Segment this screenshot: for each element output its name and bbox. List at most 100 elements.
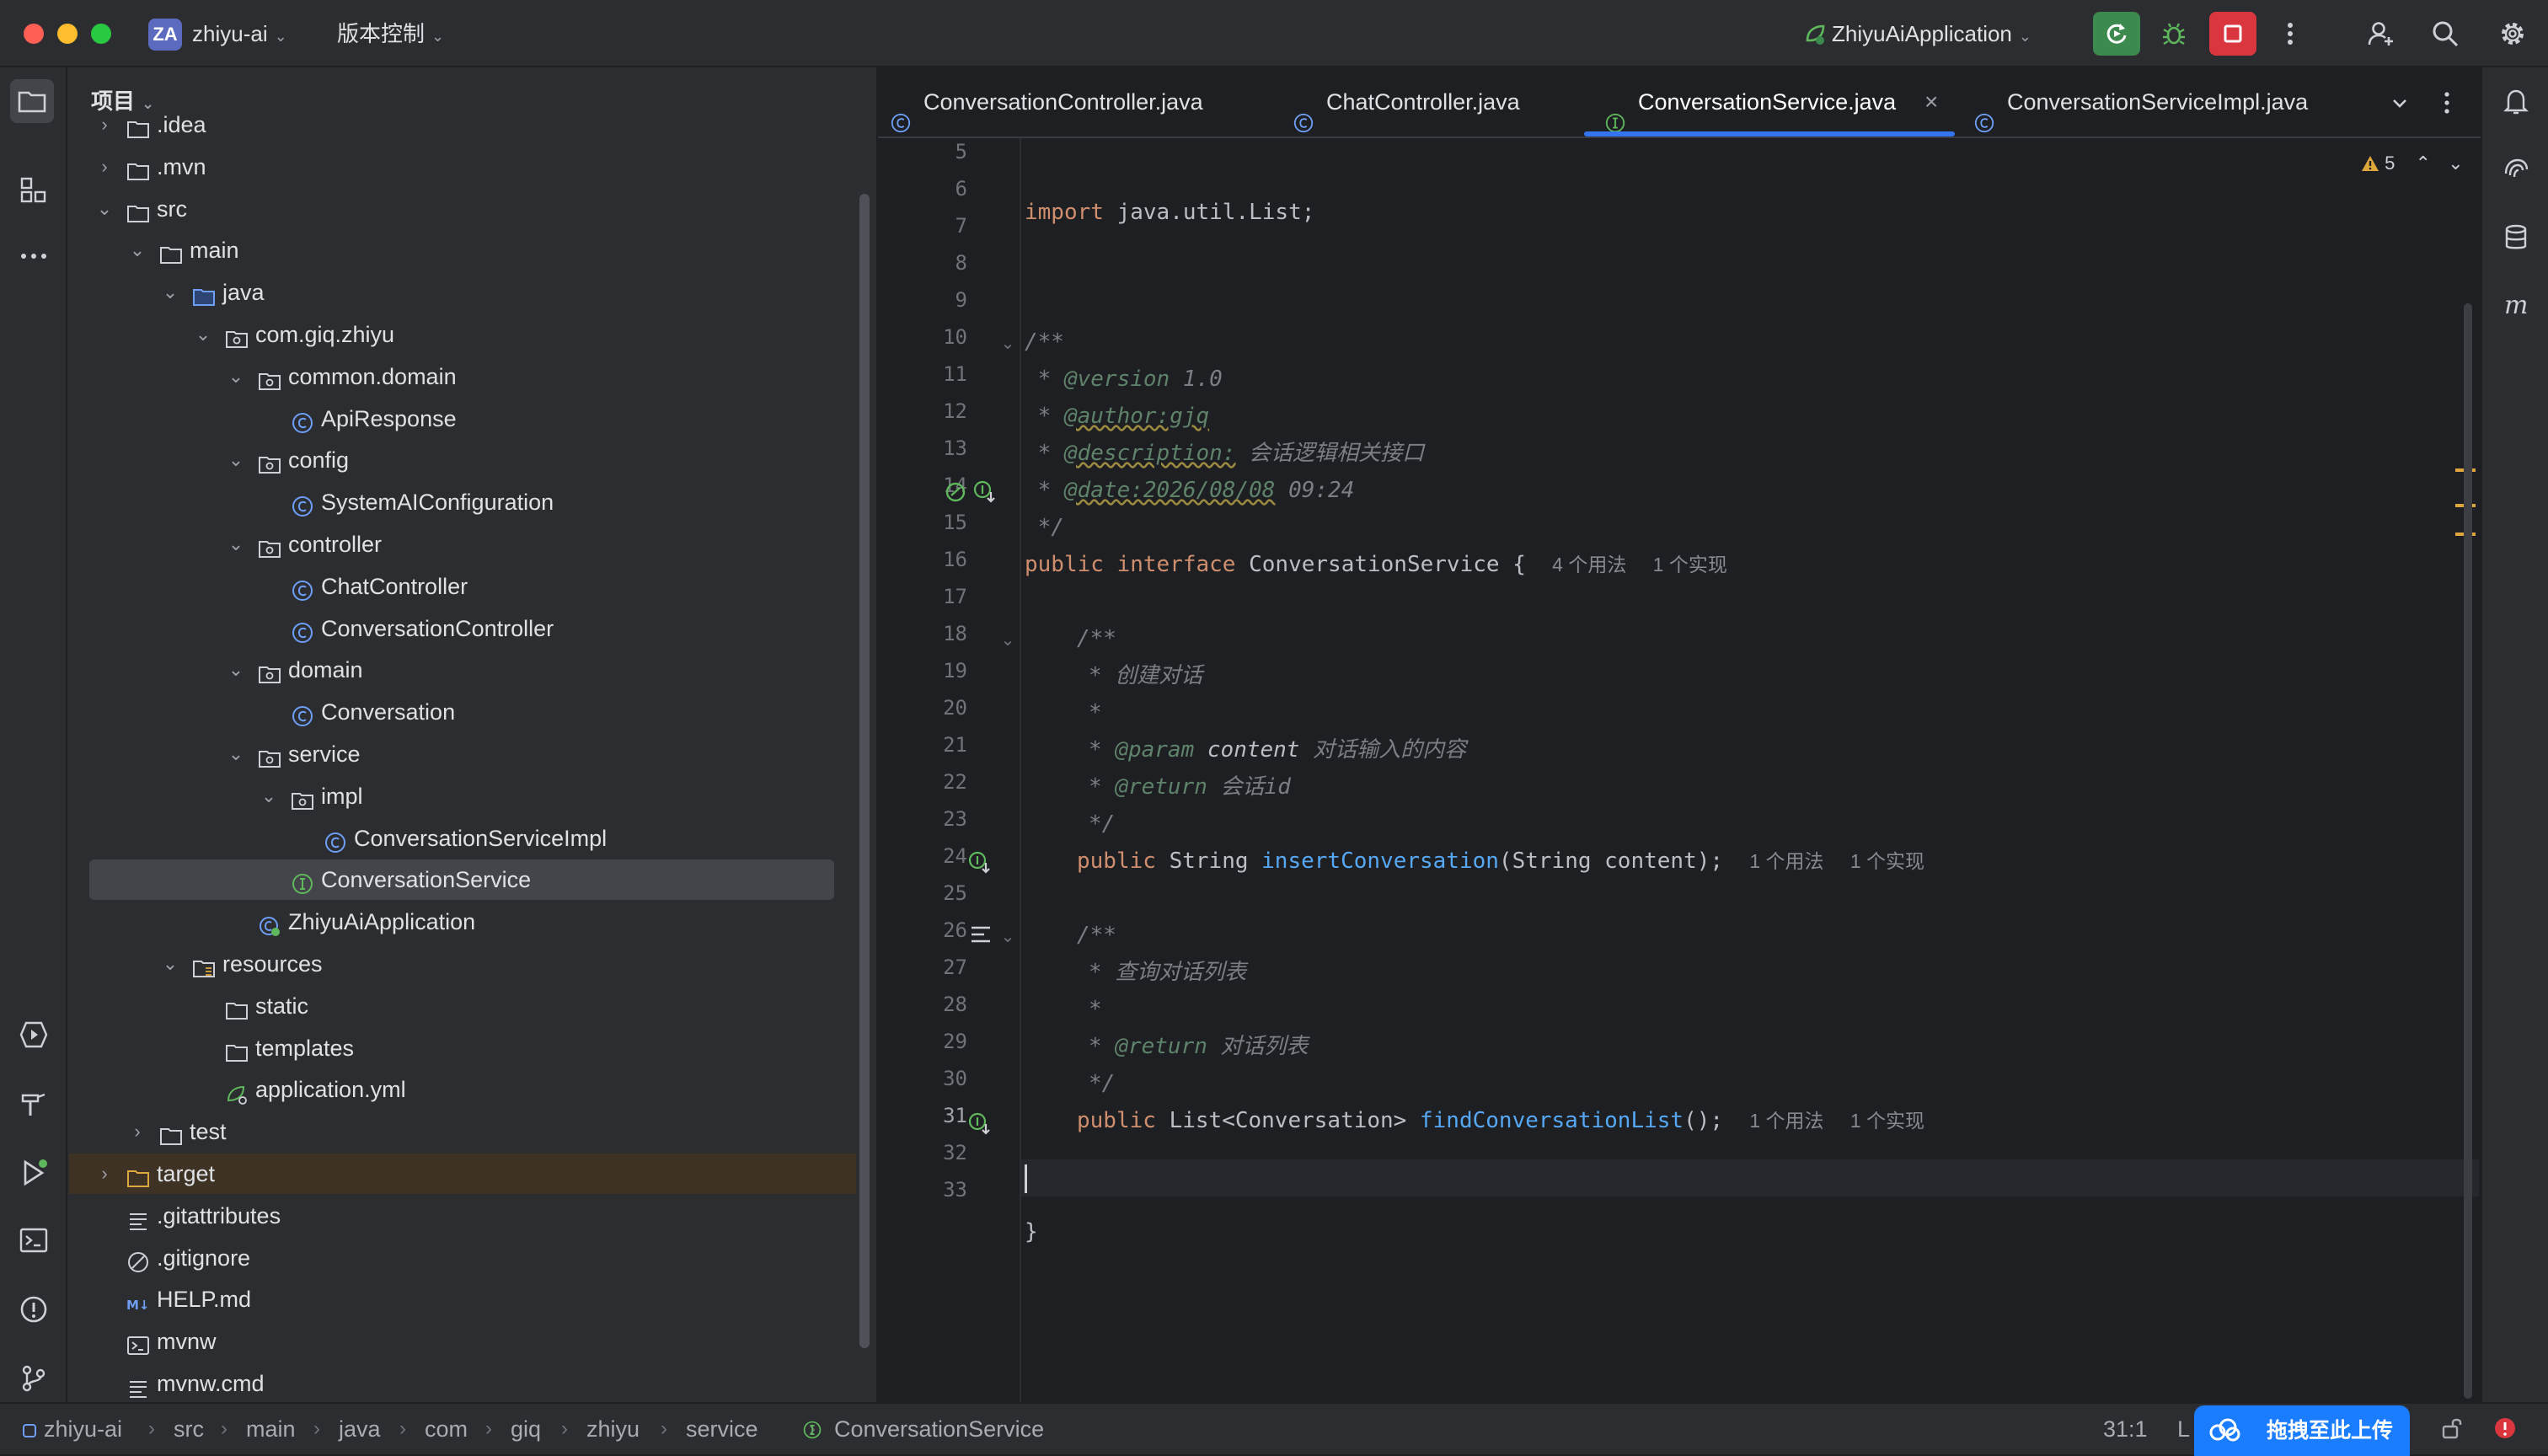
breadcrumb-item[interactable]: giq (511, 1404, 541, 1454)
line-number[interactable]: 16 (895, 541, 967, 578)
fold-toggle-line-16[interactable]: ⌄ (998, 622, 1018, 659)
code-line-14[interactable]: public interface ConversationService { 4… (1025, 546, 1727, 583)
tree-item[interactable]: M↓ HELP.md (67, 1279, 876, 1320)
tree-item[interactable]: ⌄ com.giq.zhiyu (67, 314, 876, 355)
code-line-26[interactable]: * (1089, 991, 1102, 1028)
tree-item[interactable]: .gitattributes (67, 1196, 876, 1236)
chevron-down-icon[interactable]: ⌄ (160, 944, 180, 984)
line-number[interactable]: 28 (895, 986, 967, 1023)
line-number[interactable]: 15 (895, 504, 967, 541)
chevron-down-icon[interactable]: ⌄ (226, 650, 246, 690)
tree-item[interactable]: ConversationController (67, 608, 876, 649)
error-indicator[interactable] (2492, 1416, 2518, 1445)
tree-item[interactable]: static (67, 986, 876, 1026)
gutter-mark-line-29[interactable] (967, 1111, 993, 1140)
gutter-marks-line-14[interactable] (945, 479, 998, 508)
chevron-down-icon[interactable]: ⌄ (259, 776, 279, 816)
build-tool-button[interactable] (12, 1082, 56, 1126)
tree-item[interactable]: › test (67, 1111, 876, 1152)
notifications-button[interactable] (2494, 79, 2538, 123)
tree-item[interactable]: application.yml (67, 1069, 876, 1110)
tree-item[interactable]: › .idea (67, 104, 876, 145)
minimize-window-button[interactable] (57, 24, 78, 44)
line-number[interactable]: 22 (895, 763, 967, 800)
code-line-18[interactable]: * (1089, 694, 1102, 731)
code-line-17[interactable]: * 创建对话 (1089, 657, 1202, 694)
tree-item[interactable]: ⌄ domain (67, 650, 876, 690)
breadcrumb-item[interactable]: zhiyu (586, 1404, 640, 1454)
implementations-inlay-hint[interactable]: 1 个实现 (1850, 850, 1924, 872)
line-number[interactable]: 25 (895, 875, 967, 912)
code-with-me-button[interactable] (2358, 12, 2405, 56)
tree-item[interactable]: ⌄ config (67, 440, 876, 480)
code-line-25[interactable]: * 查询对话列表 (1089, 954, 1246, 991)
maven-button[interactable]: m (2494, 283, 2538, 327)
line-number[interactable]: 33 (895, 1171, 967, 1208)
line-number[interactable]: 9 (895, 281, 967, 318)
tree-item[interactable]: ⌄ common.domain (67, 356, 876, 397)
close-tab-icon[interactable]: × (1924, 67, 1938, 136)
line-number[interactable]: 29 (895, 1023, 967, 1060)
code-line-29[interactable]: public List<Conversation> findConversati… (1077, 1102, 1924, 1139)
tree-item[interactable]: ConversationService (67, 859, 876, 900)
code-line-9[interactable]: * @version 1.0 (1025, 361, 1223, 398)
line-number[interactable]: 13 (895, 430, 967, 467)
tree-item[interactable]: templates (67, 1028, 876, 1068)
line-number[interactable]: 26 (895, 912, 967, 949)
tree-item[interactable]: ⌄ resources (67, 944, 876, 984)
code-line-13[interactable]: */ (1025, 509, 1064, 546)
code-line-27[interactable]: * @return 对话列表 (1089, 1028, 1309, 1065)
problems-tool-button[interactable] (12, 1287, 56, 1331)
line-number[interactable]: 7 (895, 207, 967, 244)
line-number[interactable]: 11 (895, 356, 967, 393)
breadcrumb-item[interactable]: src (174, 1404, 204, 1454)
code-line-32[interactable]: } (1025, 1213, 1038, 1250)
code-line-21[interactable]: */ (1089, 806, 1115, 843)
line-number[interactable]: 23 (895, 800, 967, 838)
more-actions-button[interactable] (2267, 12, 2314, 56)
debug-button[interactable] (2150, 12, 2197, 56)
breadcrumb-item[interactable]: service (686, 1404, 758, 1454)
tree-item[interactable]: ConversationServiceImpl (67, 818, 876, 859)
project-selector[interactable]: zhiyu-ai ⌄ (192, 19, 287, 51)
chevron-down-icon[interactable]: ⌄ (94, 189, 115, 229)
readonly-toggle[interactable] (2440, 1416, 2465, 1445)
code-line-19[interactable]: * @param content 对话输入的内容 (1089, 731, 1466, 768)
line-number[interactable]: 17 (895, 578, 967, 615)
breadcrumb-item[interactable]: com (425, 1404, 468, 1454)
ai-assistant-button[interactable] (2494, 148, 2538, 192)
line-separator-indicator[interactable]: L (2177, 1404, 2190, 1454)
code-line-8[interactable]: /** (1025, 324, 1064, 361)
code-line-11[interactable]: * @description: 会话逻辑相关接口 (1025, 435, 1424, 472)
line-number[interactable]: 8 (895, 244, 967, 281)
code-line-12[interactable]: * @date:2026/08/08 09:24 (1025, 472, 1355, 509)
editor-scrollbar[interactable] (2464, 303, 2472, 1399)
fold-toggle-line-24[interactable]: ⌄ (998, 918, 1018, 956)
line-number[interactable]: 32 (895, 1134, 967, 1171)
git-tool-button[interactable] (12, 1357, 56, 1400)
line-number[interactable]: 19 (895, 652, 967, 689)
database-button[interactable] (2494, 216, 2538, 260)
code-line-24[interactable]: /** (1077, 917, 1116, 954)
chevron-down-icon[interactable]: ⌄ (160, 272, 180, 313)
tree-item[interactable]: › target (67, 1154, 876, 1194)
implementations-inlay-hint[interactable]: 1 个实现 (1850, 1110, 1924, 1132)
code-line-16[interactable]: /** (1077, 620, 1116, 657)
more-tools-button[interactable] (12, 234, 56, 278)
code-line-10[interactable]: * @author:gjq (1025, 398, 1210, 435)
tree-item[interactable]: Conversation (67, 692, 876, 732)
structure-tool-button[interactable] (12, 169, 56, 212)
line-number[interactable]: 6 (895, 170, 967, 207)
project-scrollbar[interactable] (859, 194, 870, 1348)
previous-highlight-icon[interactable]: ⌃ (2416, 153, 2431, 174)
usages-inlay-hint[interactable]: 1 个用法 (1749, 850, 1823, 872)
search-everywhere-button[interactable] (2422, 12, 2469, 56)
line-number[interactable]: 18 (895, 615, 967, 652)
zoom-window-button[interactable] (91, 24, 111, 44)
tree-item[interactable]: ⌄ src (67, 189, 876, 229)
inspection-widget[interactable]: 5 ⌃ ⌄ (2361, 148, 2464, 179)
upload-drop-button[interactable]: 拖拽至此上传 (2194, 1405, 2410, 1456)
rerun-button[interactable] (2093, 12, 2140, 56)
line-number[interactable]: 5 (895, 133, 967, 170)
tree-item[interactable]: ChatController (67, 566, 876, 607)
